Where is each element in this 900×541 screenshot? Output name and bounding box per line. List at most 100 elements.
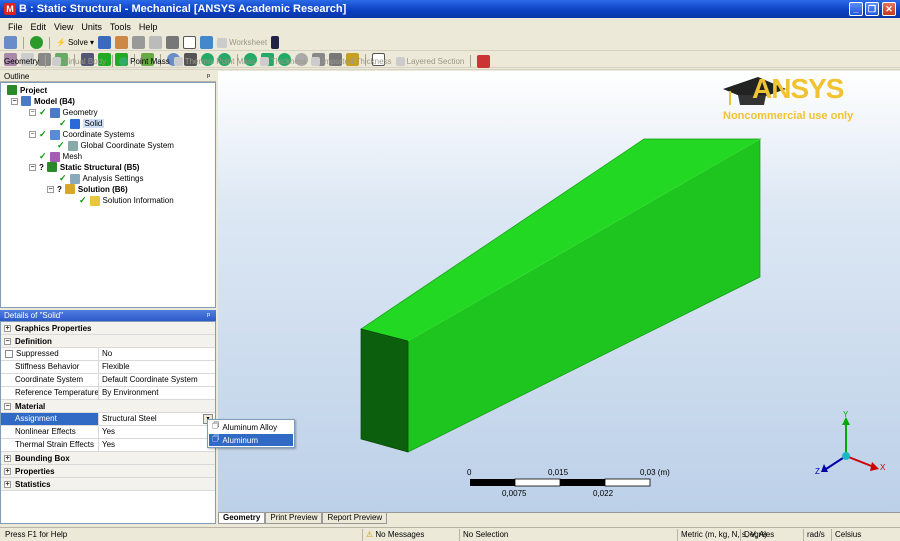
graphics-viewport[interactable]: ANSYS Noncommercial use only 0 0,015 0,0… (218, 71, 900, 514)
status-angle[interactable]: Degrees (740, 529, 782, 541)
model-canvas[interactable] (218, 71, 900, 514)
imported-thickness-button[interactable]: Imported Thickness (310, 56, 392, 66)
minimize-button[interactable]: _ (849, 2, 863, 16)
collapse-icon[interactable]: − (11, 97, 18, 105)
menu-bar: File Edit View Units Tools Help (0, 19, 900, 35)
tree-node-analysis-settings[interactable]: ✓ Analysis Settings (59, 173, 143, 184)
expand-icon[interactable]: + (4, 480, 11, 488)
thickness-icon (259, 56, 269, 66)
group-graphics-properties[interactable]: + Graphics Properties (1, 322, 215, 335)
tree-node-project[interactable]: Project (7, 85, 47, 95)
menu-edit[interactable]: Edit (31, 22, 47, 32)
tree-node-global-coordinate-system[interactable]: ✓ Global Coordinate System (57, 140, 174, 151)
details-panel: + Graphics Properties − Definition Suppr… (0, 321, 216, 524)
status-help: Press F1 for Help (5, 530, 68, 539)
element-orientation-icon[interactable] (477, 54, 491, 68)
report-icon[interactable] (115, 36, 128, 49)
option-aluminum[interactable]: 🗇 Aluminum (209, 434, 293, 446)
row-reference-temperature[interactable]: Reference Temperature By Environment (1, 387, 215, 400)
group-statistics[interactable]: + Statistics (1, 478, 215, 491)
close-button[interactable]: ✕ (882, 2, 896, 16)
collapse-icon[interactable]: − (4, 402, 11, 410)
static-structural-icon (46, 162, 57, 172)
row-assignment[interactable]: Assignment Structural Steel ▾ (1, 413, 215, 426)
pin-icon[interactable]: ᵖ (207, 71, 210, 82)
layered-section-icon (395, 56, 405, 66)
tree-node-solution-information[interactable]: ✓ Solution Information (79, 195, 174, 206)
tree-node-solid[interactable]: ✓ Solid (59, 118, 105, 129)
status-temperature[interactable]: Celsius (831, 529, 897, 541)
view-tabs: Geometry Print Preview Report Preview (218, 512, 900, 524)
maximize-button[interactable]: ❐ (865, 2, 879, 16)
menu-tools[interactable]: Tools (110, 22, 131, 32)
comment-icon[interactable] (166, 36, 179, 49)
collapse-icon[interactable]: − (47, 185, 54, 193)
context-toolbar: Geometry Virtual Body Point Mass Thermal… (0, 53, 900, 70)
row-thermal-strain-effects[interactable]: Thermal Strain Effects Yes (1, 439, 215, 452)
triad-x-label: X (880, 463, 886, 472)
collapse-icon[interactable]: − (29, 109, 36, 116)
checkmark-icon: ✓ (39, 129, 47, 139)
suppressed-checkbox[interactable] (5, 350, 13, 358)
status-selection: No Selection (459, 529, 677, 541)
select-mode-icon[interactable] (4, 36, 17, 49)
cursor-icon[interactable] (271, 36, 280, 49)
point-mass-button[interactable]: Point Mass (119, 56, 170, 66)
solution-information-icon (89, 195, 100, 206)
status-units[interactable]: Metric (m, kg, N, s, V, A) (677, 529, 767, 541)
worksheet-button[interactable]: Worksheet (217, 37, 267, 48)
layered-section-button[interactable]: Layered Section (395, 56, 464, 66)
tree-node-mesh[interactable]: ✓ Mesh (39, 151, 82, 162)
scale-label-0: 0 (467, 468, 472, 477)
group-bounding-box[interactable]: + Bounding Box (1, 452, 215, 465)
thickness-button[interactable]: Thickness (259, 56, 307, 66)
status-messages[interactable]: ⚠ No Messages (362, 529, 458, 541)
collapse-icon[interactable]: − (29, 131, 36, 138)
scale-seg-3 (560, 479, 605, 486)
tree-node-solution[interactable]: − ? Solution (B6) (47, 184, 128, 194)
status-bar: Press F1 for Help ⚠ No Messages No Selec… (0, 527, 900, 541)
collapse-icon[interactable]: − (4, 337, 11, 345)
tab-print-preview[interactable]: Print Preview (265, 513, 323, 524)
details-header: Details of "Solid" ᵖ (0, 310, 216, 321)
row-coordinate-system[interactable]: Coordinate System Default Coordinate Sys… (1, 374, 215, 387)
new-analysis-icon[interactable] (98, 36, 111, 49)
checkmark-icon: ✓ (39, 151, 47, 161)
thermal-point-mass-button[interactable]: Thermal Point Mass (173, 56, 256, 66)
analysis-settings-icon (69, 173, 80, 184)
beam-end-face[interactable] (360, 328, 409, 453)
image-icon[interactable] (200, 36, 213, 49)
virtual-body-button[interactable]: Virtual Body (52, 56, 106, 66)
pin-icon[interactable]: ᵖ (207, 310, 210, 321)
solve-button[interactable]: ⚡ Solve ▾ (56, 38, 94, 47)
tree-node-coordinate-systems[interactable]: − ✓ Coordinate Systems (29, 129, 135, 140)
scale-label-00075: 0,0075 (502, 489, 527, 498)
group-material[interactable]: − Material (1, 400, 215, 413)
tree-node-geometry[interactable]: − ✓ Geometry (29, 107, 98, 118)
group-definition[interactable]: − Definition (1, 335, 215, 348)
row-nonlinear-effects[interactable]: Nonlinear Effects Yes (1, 426, 215, 439)
figure-icon[interactable] (132, 36, 145, 49)
row-stiffness-behavior[interactable]: Stiffness Behavior Flexible (1, 361, 215, 374)
text-icon[interactable] (183, 36, 196, 49)
expand-icon[interactable]: + (4, 454, 11, 462)
scale-label-0022: 0,022 (593, 489, 614, 498)
check-icon[interactable] (30, 36, 43, 49)
expand-icon[interactable]: + (4, 324, 11, 332)
menu-units[interactable]: Units (81, 22, 102, 32)
tree-node-model[interactable]: − Model (B4) (11, 96, 75, 106)
question-icon: ? (57, 184, 62, 194)
tab-report-preview[interactable]: Report Preview (322, 513, 388, 524)
expand-icon[interactable]: + (4, 467, 11, 475)
menu-file[interactable]: File (8, 22, 23, 32)
tree-node-static-structural[interactable]: − ? Static Structural (B5) (29, 162, 139, 172)
tab-geometry[interactable]: Geometry (218, 513, 266, 524)
menu-view[interactable]: View (54, 22, 73, 32)
menu-help[interactable]: Help (139, 22, 158, 32)
collapse-icon[interactable]: − (29, 163, 36, 171)
hand-icon[interactable] (149, 36, 162, 49)
group-properties[interactable]: + Properties (1, 465, 215, 478)
status-rate[interactable]: rad/s (803, 529, 829, 541)
row-suppressed[interactable]: Suppressed No (1, 348, 215, 361)
option-aluminum-alloy[interactable]: 🗇 Aluminum Alloy (209, 421, 293, 433)
